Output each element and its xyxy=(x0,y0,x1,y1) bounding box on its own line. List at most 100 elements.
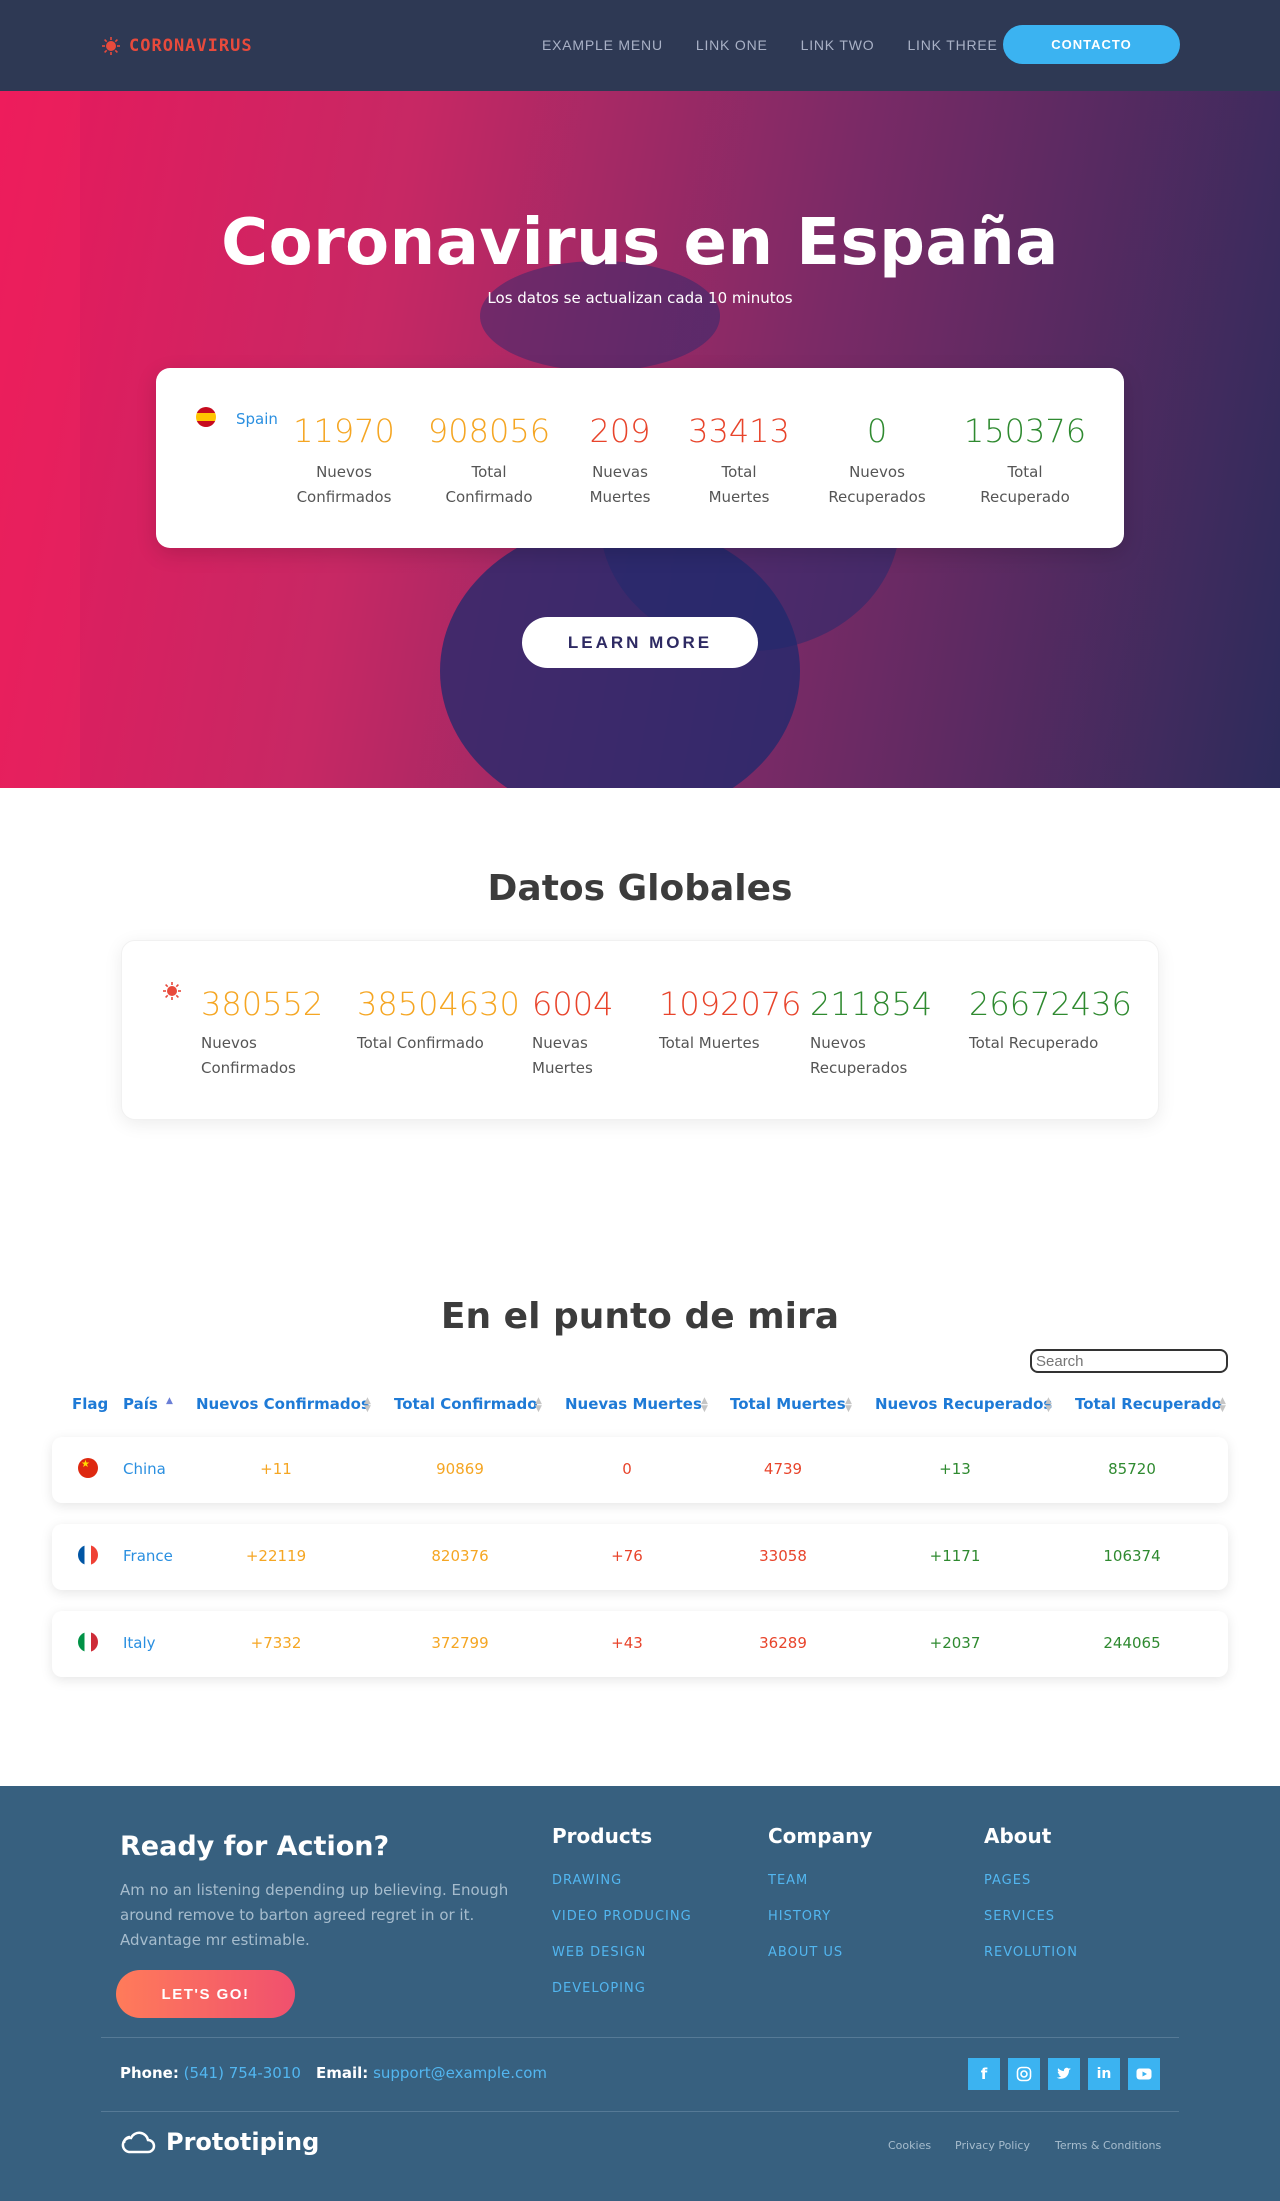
stat-value: 38504630 xyxy=(357,985,520,1023)
footer-link-drawing[interactable]: DRAWING xyxy=(552,1873,622,1888)
brand-logo[interactable]: Prototiping xyxy=(120,2128,319,2156)
phone-link[interactable]: (541) 754-3010 xyxy=(184,2064,301,2082)
phone-label: Phone: xyxy=(120,2064,179,2082)
footer-text: Am no an listening depending up believin… xyxy=(120,1881,509,1949)
total-deaths: 4739 xyxy=(763,1460,803,1478)
sort-icon: ▲ ▼ xyxy=(701,1396,708,1414)
cookies-link[interactable]: Cookies xyxy=(888,2139,931,2152)
nav-link-two[interactable]: LINK TWO xyxy=(801,37,875,53)
hero-decoration xyxy=(0,91,80,788)
virus-icon xyxy=(102,37,120,55)
footer-link-history[interactable]: HISTORY xyxy=(768,1909,831,1924)
about-title: About xyxy=(984,1824,1052,1848)
contacto-button[interactable]: CONTACTO xyxy=(1003,25,1180,64)
stat-total-confirmed: 908056 Total Confirmado xyxy=(424,412,554,510)
global-new-deaths: 6004 Nuevas Muertes xyxy=(532,985,613,1081)
stat-new-confirmed: 11970 Nuevos Confirmados xyxy=(284,412,404,510)
spain-flag-icon xyxy=(196,407,216,427)
new-confirmed: +11 xyxy=(260,1460,292,1478)
youtube-icon[interactable] xyxy=(1128,2058,1160,2090)
column-header-nuevos-recuperados[interactable]: Nuevos Recuperados xyxy=(875,1395,1052,1413)
footer-link-team[interactable]: TEAM xyxy=(768,1873,808,1888)
stat-value: 380552 xyxy=(201,985,324,1023)
stat-value: 11970 xyxy=(293,412,395,450)
brand-name: Prototiping xyxy=(166,2128,320,2156)
footer-link-services[interactable]: SERVICES xyxy=(984,1909,1055,1924)
stat-value: 26672436 xyxy=(969,985,1132,1023)
global-total-confirmed: 38504630 Total Confirmado xyxy=(357,985,520,1056)
column-header-nuevas-muertes[interactable]: Nuevas Muertes xyxy=(565,1395,702,1413)
table-row[interactable]: Italy +7332 372799 +43 36289 +2037 24406… xyxy=(52,1611,1228,1677)
nav-link-example-menu[interactable]: EXAMPLE MENU xyxy=(542,37,663,53)
column-header-nuevos-confirmados[interactable]: Nuevos Confirmados xyxy=(196,1395,370,1413)
table-row[interactable]: ★ China +11 90869 0 4739 +13 85720 xyxy=(52,1437,1228,1503)
stat-label: Nuevos Confirmados xyxy=(296,463,392,506)
global-total-recovered: 26672436 Total Recuperado xyxy=(969,985,1132,1056)
footer-link-developing[interactable]: DEVELOPING xyxy=(552,1981,646,1996)
new-confirmed: +22119 xyxy=(245,1547,307,1565)
stat-value: 0 xyxy=(866,412,888,450)
logo-text: CORONAVIRUS xyxy=(129,36,253,56)
stat-label: Nuevos Recuperados xyxy=(810,1034,908,1077)
instagram-icon[interactable] xyxy=(1008,2058,1040,2090)
footer-link-about-us[interactable]: ABOUT US xyxy=(768,1945,843,1960)
facebook-icon[interactable]: f xyxy=(968,2058,1000,2090)
total-confirmed: 90869 xyxy=(436,1460,484,1478)
column-header-total-muertes[interactable]: Total Muertes xyxy=(730,1395,846,1413)
privacy-policy-link[interactable]: Privacy Policy xyxy=(955,2139,1030,2152)
footer-link-web-design[interactable]: WEB DESIGN xyxy=(552,1945,646,1960)
stat-value: 6004 xyxy=(532,985,614,1023)
table-row[interactable]: France +22119 820376 +76 33058 +1171 106… xyxy=(52,1524,1228,1590)
learn-more-button[interactable]: LEARN MORE xyxy=(522,617,758,668)
stat-label: Nuevas Muertes xyxy=(589,463,651,506)
new-deaths: 0 xyxy=(622,1460,632,1478)
stat-label: Total Muertes xyxy=(708,463,770,506)
footer-link-pages[interactable]: PAGES xyxy=(984,1873,1031,1888)
search-input[interactable] xyxy=(1030,1349,1228,1373)
spain-stats-card: Spain 11970 Nuevos Confirmados 908056 Tot… xyxy=(156,368,1124,548)
stat-label: Nuevos Confirmados xyxy=(201,1034,296,1077)
column-header-flag[interactable]: Flag xyxy=(72,1395,108,1413)
total-deaths: 36289 xyxy=(759,1634,807,1652)
new-recovered: +1171 xyxy=(929,1547,981,1565)
footer-title: Ready for Action? xyxy=(120,1831,390,1862)
stat-value: 150376 xyxy=(963,412,1087,450)
nav-links: EXAMPLE MENU LINK ONE LINK TWO LINK THRE… xyxy=(542,37,998,53)
stat-new-deaths: 209 Nuevas Muertes xyxy=(570,412,670,510)
stat-label: Total Confirmado xyxy=(445,463,533,506)
nav-link-one[interactable]: LINK ONE xyxy=(696,37,768,53)
email-link[interactable]: support@example.com xyxy=(373,2064,547,2082)
email-info: Email: support@example.com xyxy=(316,2064,547,2082)
focus-title: En el punto de mira xyxy=(440,1296,840,1337)
linkedin-icon[interactable]: in xyxy=(1088,2058,1120,2090)
footer: Ready for Action? Am no an listening dep… xyxy=(0,1786,1280,2201)
global-new-confirmed: 380552 Nuevos Confirmados xyxy=(201,985,323,1081)
twitter-icon[interactable] xyxy=(1048,2058,1080,2090)
column-header-total-confirmado[interactable]: Total Confirmado xyxy=(394,1395,538,1413)
cloud-icon xyxy=(121,2131,156,2154)
stat-value: 211854 xyxy=(810,985,933,1023)
column-header-total-recuperado[interactable]: Total Recuperado xyxy=(1075,1395,1222,1413)
footer-link-video-producing[interactable]: VIDEO PRODUCING xyxy=(552,1909,692,1924)
nav-link-three[interactable]: LINK THREE xyxy=(907,37,997,53)
footer-link-revolution[interactable]: REVOLUTION xyxy=(984,1945,1078,1960)
lets-go-button[interactable]: LET'S GO! xyxy=(116,1970,295,2018)
terms-link[interactable]: Terms & Conditions xyxy=(1055,2139,1161,2152)
logo[interactable]: CORONAVIRUS xyxy=(101,36,253,56)
hero-subtitle: Los datos se actualizan cada 10 minutos xyxy=(487,289,793,307)
hero-section: Coronavirus en España Los datos se actua… xyxy=(0,91,1280,788)
italy-flag-icon xyxy=(78,1632,98,1652)
top-navbar: CORONAVIRUS EXAMPLE MENU LINK ONE LINK T… xyxy=(0,0,1280,91)
total-deaths: 33058 xyxy=(759,1547,807,1565)
sort-icon: ▲ ▼ xyxy=(535,1396,542,1414)
column-header-pais[interactable]: País xyxy=(123,1395,158,1413)
new-confirmed: +7332 xyxy=(250,1634,302,1652)
new-deaths: +76 xyxy=(611,1547,643,1565)
stat-value: 209 xyxy=(589,412,651,450)
global-data-title: Datos Globales xyxy=(487,868,793,909)
stat-new-recovered: 0 Nuevos Recuperados xyxy=(814,412,940,510)
stat-value: 1092076 xyxy=(659,985,802,1023)
global-new-recovered: 211854 Nuevos Recuperados xyxy=(810,985,932,1081)
stat-value: 33413 xyxy=(688,412,790,450)
hero-title: Coronavirus en España xyxy=(221,206,1059,280)
